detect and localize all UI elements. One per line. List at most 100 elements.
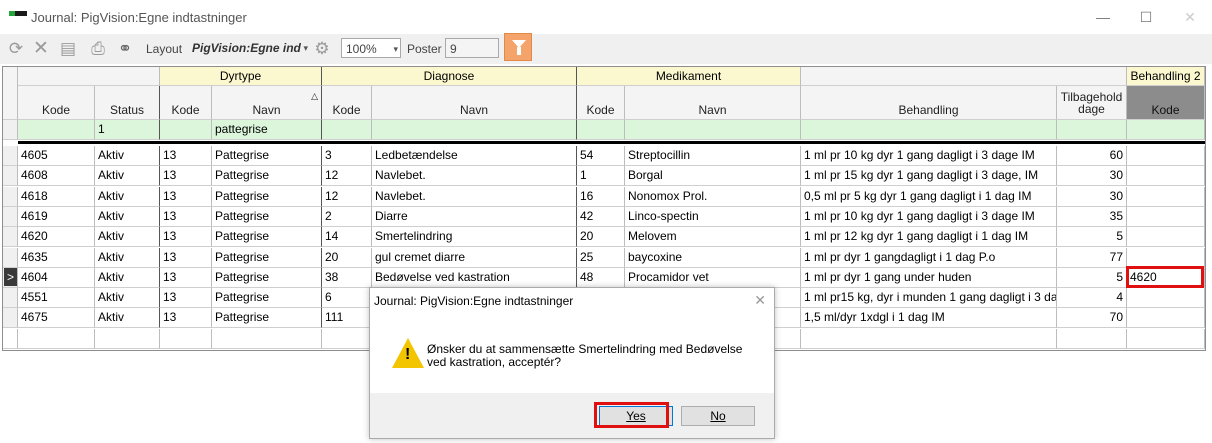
grid-cell-kode[interactable]: 4605 xyxy=(18,146,95,166)
filter-tilbagehold[interactable] xyxy=(1057,120,1127,140)
binoculars-icon[interactable]: ⚭ xyxy=(115,39,135,59)
grid-cell-behandling[interactable]: 1 ml pr15 kg, dyr i munden 1 gang daglig… xyxy=(801,288,1057,308)
close-button[interactable]: ✕ xyxy=(1176,6,1204,28)
grid-cell-behandling[interactable]: 1 ml pr 15 kg dyr 1 gang dagligt i 3 dag… xyxy=(801,166,1057,186)
col-med-kode[interactable]: Kode xyxy=(577,86,625,120)
grid-cell-kode[interactable]: 4619 xyxy=(18,207,95,227)
grid-cell-diag-kode[interactable]: 6 xyxy=(322,288,372,308)
grid-cell-diag-kode[interactable]: 2 xyxy=(322,207,372,227)
col-tilbagehold[interactable]: Tilbagehold dage xyxy=(1057,86,1127,120)
grid-cell-behandling[interactable]: 1 ml pr 10 kg dyr 1 gang dagligt i 3 dag… xyxy=(801,207,1057,227)
grid-cell-dyr-navn[interactable]: Pattegrise xyxy=(212,207,322,227)
col-status[interactable]: Status xyxy=(95,86,160,120)
grid-cell-status[interactable]: Aktiv xyxy=(95,308,160,328)
grid-cell-med-navn[interactable]: Nonomox Prol. xyxy=(625,187,801,207)
grid-cell-beh2-kode[interactable] xyxy=(1127,288,1205,308)
col-dyr-navn[interactable]: Navn △ xyxy=(212,86,322,120)
zoom-select[interactable]: 100% ▾ xyxy=(341,38,401,58)
print-icon[interactable]: ⎙ xyxy=(88,39,108,59)
grid-cell-diag-navn[interactable]: Navlebet. xyxy=(372,187,577,207)
grid-cell-behandling[interactable]: 1 ml pr 12 kg dyr 1 gang dagligt i 1 dag… xyxy=(801,227,1057,247)
grid-cell-behandling[interactable]: 0,5 ml pr 5 kg dyr 1 gang dagligt i 1 da… xyxy=(801,187,1057,207)
grid-cell-diag-kode[interactable]: 20 xyxy=(322,248,372,268)
grid-cell-med-navn[interactable]: Procamidor vet xyxy=(625,268,801,288)
grid-cell-diag-navn[interactable]: Navlebet. xyxy=(372,166,577,186)
grid-cell-diag-navn[interactable]: Diarre xyxy=(372,207,577,227)
grid-cell-beh2-kode[interactable] xyxy=(1127,187,1205,207)
grid-cell-tilbagehold[interactable]: 30 xyxy=(1057,166,1127,186)
row-header[interactable] xyxy=(3,308,18,328)
grid-cell-tilbagehold[interactable]: 70 xyxy=(1057,308,1127,328)
filter-diag-kode[interactable] xyxy=(322,120,372,140)
grid-cell-diag-kode[interactable]: 12 xyxy=(322,166,372,186)
grid-cell-beh2-kode[interactable] xyxy=(1127,308,1205,328)
grid-cell-med-kode[interactable]: 54 xyxy=(577,146,625,166)
grid-cell-med-kode[interactable]: 16 xyxy=(577,187,625,207)
grid-cell-kode[interactable]: 4551 xyxy=(18,288,95,308)
grid-cell-kode[interactable]: 4604 xyxy=(18,268,95,288)
grid-cell-kode[interactable]: 4620 xyxy=(18,227,95,247)
grid-cell-tilbagehold[interactable]: 60 xyxy=(1057,146,1127,166)
layout-select[interactable]: PigVision:Egne ind ▾ xyxy=(188,38,310,58)
grid-cell-status[interactable]: Aktiv xyxy=(95,248,160,268)
filter-dyr-navn[interactable]: pattegrise xyxy=(212,120,322,140)
row-header[interactable] xyxy=(3,207,18,227)
grid-cell-med-kode[interactable]: 42 xyxy=(577,207,625,227)
grid-cell-diag-kode[interactable]: 111 xyxy=(322,308,372,328)
grid-cell-behandling[interactable]: 1 ml pr dyr 1 gang under huden xyxy=(801,268,1057,288)
grid-cell-diag-kode[interactable]: 38 xyxy=(322,268,372,288)
save-icon[interactable]: ▤ xyxy=(58,39,78,59)
grid-cell-dyr-navn[interactable]: Pattegrise xyxy=(212,268,322,288)
grid-cell-status[interactable]: Aktiv xyxy=(95,187,160,207)
grid-cell-tilbagehold[interactable]: 30 xyxy=(1057,187,1127,207)
grid-cell-med-navn[interactable]: baycoxine xyxy=(625,248,801,268)
grid-cell-diag-kode[interactable]: 3 xyxy=(322,146,372,166)
grid-cell-status[interactable]: Aktiv xyxy=(95,207,160,227)
grid-cell-behandling[interactable]: 1 ml pr 10 kg dyr 1 gang dagligt i 3 dag… xyxy=(801,146,1057,166)
col-kode[interactable]: Kode xyxy=(18,86,95,120)
grid-cell-dyr-kode[interactable]: 13 xyxy=(160,146,212,166)
grid-cell-med-kode[interactable]: 1 xyxy=(577,166,625,186)
settings-icon[interactable]: ⚙ xyxy=(312,39,332,59)
grid-cell-dyr-navn[interactable]: Pattegrise xyxy=(212,146,322,166)
grid-cell-beh2-kode[interactable] xyxy=(1127,146,1205,166)
grid-cell-med-navn[interactable]: Melovem xyxy=(625,227,801,247)
grid-cell-med-kode[interactable]: 20 xyxy=(577,227,625,247)
grid-cell-dyr-navn[interactable]: Pattegrise xyxy=(212,308,322,328)
grid-cell-dyr-kode[interactable]: 13 xyxy=(160,248,212,268)
grid-cell-med-navn[interactable]: Streptocillin xyxy=(625,146,801,166)
grid-cell-kode[interactable]: 4675 xyxy=(18,308,95,328)
filter-status[interactable]: 1 xyxy=(95,120,160,140)
grid-cell-tilbagehold[interactable]: 5 xyxy=(1057,268,1127,288)
col-diag-navn[interactable]: Navn xyxy=(372,86,577,120)
row-header[interactable] xyxy=(3,248,18,268)
grid-cell-status[interactable]: Aktiv xyxy=(95,288,160,308)
grid-cell-dyr-kode[interactable]: 13 xyxy=(160,227,212,247)
grid-cell-med-navn[interactable]: Linco-spectin xyxy=(625,207,801,227)
refresh-icon[interactable]: ⟳ xyxy=(6,39,26,59)
filter-beh2-kode[interactable] xyxy=(1127,120,1205,140)
grid-cell-dyr-kode[interactable]: 13 xyxy=(160,268,212,288)
no-button[interactable]: No xyxy=(681,406,755,426)
grid-cell-dyr-kode[interactable]: 13 xyxy=(160,187,212,207)
grid-cell-status[interactable]: Aktiv xyxy=(95,146,160,166)
col-beh2-kode[interactable]: Kode xyxy=(1127,86,1205,120)
grid-cell-med-navn[interactable]: Borgal xyxy=(625,166,801,186)
grid-cell-tilbagehold[interactable]: 5 xyxy=(1057,227,1127,247)
grid-cell-diag-navn[interactable]: gul cremet diarre xyxy=(372,248,577,268)
grid-cell-dyr-navn[interactable]: Pattegrise xyxy=(212,227,322,247)
filter-icon[interactable] xyxy=(504,33,532,61)
grid-cell-beh2-kode[interactable] xyxy=(1127,207,1205,227)
grid-cell-beh2-kode[interactable] xyxy=(1127,166,1205,186)
col-behandling[interactable]: Behandling xyxy=(801,86,1057,120)
grid-cell-diag-navn[interactable]: Bedøvelse ved kastration xyxy=(372,268,577,288)
grid-cell-status[interactable]: Aktiv xyxy=(95,166,160,186)
grid-cell-diag-navn[interactable]: Ledbetændelse xyxy=(372,146,577,166)
row-header[interactable] xyxy=(3,166,18,186)
grid-cell-kode[interactable]: 4618 xyxy=(18,187,95,207)
grid-cell-diag-navn[interactable]: Smertelindring xyxy=(372,227,577,247)
minimize-button[interactable]: — xyxy=(1089,6,1117,28)
grid-cell-beh2-kode[interactable] xyxy=(1127,227,1205,247)
grid-cell-diag-kode[interactable]: 12 xyxy=(322,187,372,207)
filter-behandling[interactable] xyxy=(801,120,1057,140)
